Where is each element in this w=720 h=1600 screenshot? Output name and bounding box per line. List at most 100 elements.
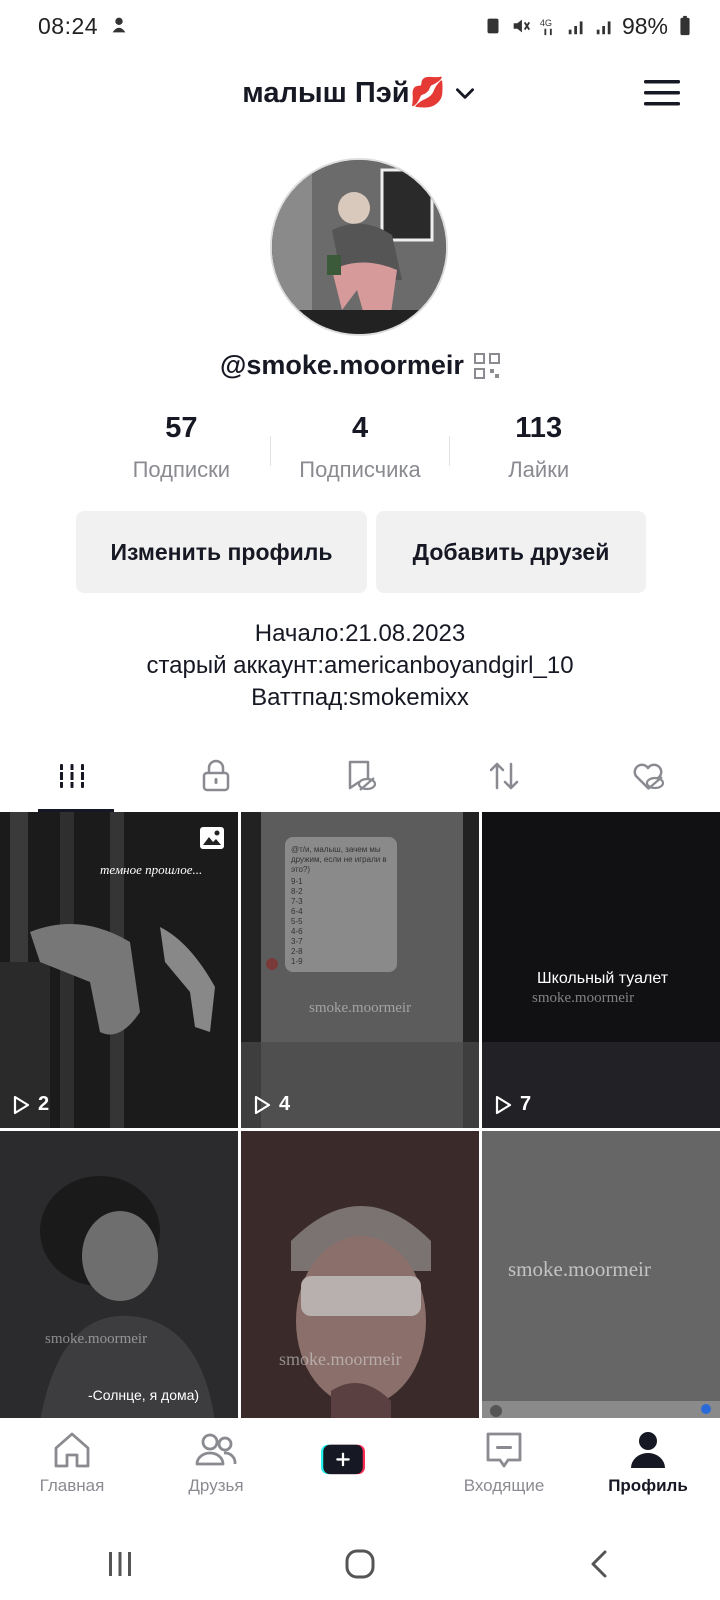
svg-text:4-6: 4-6 [291, 927, 303, 936]
nav-profile-label: Профиль [608, 1476, 688, 1495]
svg-text:4G: 4G [540, 18, 552, 28]
video-thumbnail-image [0, 812, 238, 1128]
video-watermark: smoke.moormeir [309, 1000, 412, 1016]
bottom-navigation: Главная Друзья Входящие Профиль [0, 1418, 720, 1528]
username-row: @smoke.moormeir [0, 350, 720, 381]
svg-text:9-1: 9-1 [291, 877, 303, 886]
video-thumbnail-image: @т/и, малыш, зачем мы дружим, если не иг… [241, 812, 479, 1128]
svg-text:8-2: 8-2 [291, 887, 303, 896]
videos-grid-icon [57, 764, 87, 788]
svg-text:7-3: 7-3 [291, 897, 303, 906]
video-thumbnail-image [241, 1131, 479, 1420]
video-thumbnail[interactable]: @т/и, малыш, зачем мы дружим, если не иг… [241, 812, 479, 1128]
play-icon [254, 1095, 271, 1114]
username: @smoke.moormeir [220, 350, 464, 380]
bookmark-hidden-icon [348, 760, 377, 791]
likes-label: Лайки [508, 457, 570, 482]
status-icons: 4G 98% [482, 13, 696, 39]
profile-actions: Изменить профиль Добавить друзей [76, 511, 646, 593]
plus-icon [321, 1444, 365, 1475]
followers-label: Подписчика [299, 457, 421, 482]
tab-saved[interactable] [310, 740, 410, 812]
view-count-value: 2 [38, 1093, 50, 1115]
likes-count: 113 [515, 412, 563, 444]
edit-profile-button[interactable]: Изменить профиль [76, 511, 367, 593]
video-thumbnail[interactable]: темное прошлое... 2 [0, 812, 238, 1128]
video-watermark: smoke.moormeir [532, 990, 635, 1006]
svg-text:1-9: 1-9 [291, 957, 303, 966]
profile-display-name: малыш Пэй💋 [242, 77, 446, 109]
stat-followers[interactable]: 4 Подписчика [271, 412, 450, 492]
lock-icon [202, 759, 230, 792]
view-count-value: 4 [279, 1093, 291, 1115]
bio-line: Начало:21.08.2023 [254, 620, 466, 647]
svg-text:6-4: 6-4 [291, 907, 303, 916]
video-thumbnail[interactable]: smoke.moormeir [241, 1131, 479, 1420]
svg-text:дружим, если не играли в: дружим, если не играли в [291, 855, 387, 864]
svg-text:@т/и, малыш, зачем мы: @т/и, малыш, зачем мы [291, 845, 381, 854]
recycle-icon [487, 18, 499, 34]
play-icon [13, 1095, 30, 1114]
bio-line: старый аккаунт:americanboyandgirl_10 [146, 652, 574, 679]
video-thumbnail[interactable]: smoke.moormeir -Солнце, я дома) [0, 1131, 238, 1420]
avatar[interactable] [270, 158, 448, 336]
video-grid: темное прошлое... 2 @т/и, малыш, зачем м… [0, 812, 720, 1420]
create-button[interactable] [321, 1438, 399, 1492]
video-thumbnail-image [0, 1131, 238, 1420]
hamburger-menu-icon[interactable] [644, 78, 680, 108]
add-friends-button[interactable]: Добавить друзей [376, 511, 646, 593]
svg-text:2-8: 2-8 [291, 947, 303, 956]
svg-text:это?): это?) [291, 865, 310, 874]
followers-count: 4 [351, 412, 369, 444]
home-button-icon[interactable] [343, 1547, 377, 1581]
qr-code-icon[interactable] [473, 352, 500, 379]
nav-create[interactable] [300, 1418, 420, 1528]
nav-inbox[interactable]: Входящие [444, 1418, 564, 1528]
4g-icon: 4G [540, 18, 552, 36]
signal-icon-2 [596, 21, 611, 35]
nav-inbox-label: Входящие [463, 1476, 545, 1495]
video-watermark: smoke.moormeir [279, 1349, 402, 1369]
tab-liked[interactable] [598, 740, 698, 812]
svg-text:3-7: 3-7 [291, 937, 303, 946]
mute-icon [513, 19, 530, 33]
stat-likes[interactable]: 113 Лайки [449, 412, 628, 492]
friends-icon [195, 1433, 237, 1466]
repost-icon [489, 762, 519, 790]
video-thumbnail[interactable]: smoke.moormeir [482, 1131, 720, 1420]
nav-friends[interactable]: Друзья [156, 1418, 276, 1528]
view-count-value: 7 [520, 1093, 532, 1115]
profile-icon [631, 1432, 665, 1468]
view-count: 7 [492, 1093, 531, 1116]
battery-icon [680, 15, 690, 36]
video-watermark: smoke.moormeir [508, 1257, 651, 1281]
profile-header: малыш Пэй💋 [0, 70, 720, 120]
signal-icon [568, 21, 583, 35]
status-bar: 08:24 4G 98% [0, 0, 720, 52]
following-count: 57 [165, 412, 198, 444]
status-time: 08:24 [38, 13, 99, 39]
home-icon [54, 1432, 90, 1468]
nav-home-label: Главная [39, 1476, 105, 1495]
bio: Начало:21.08.2023 старый аккаунт:america… [0, 618, 720, 714]
video-caption: -Солнце, я дома) [88, 1387, 200, 1403]
tab-reposts[interactable] [454, 740, 554, 812]
following-label: Подписки [132, 457, 231, 482]
video-thumbnail[interactable]: Школьный туалет smoke.moormeir 7 [482, 812, 720, 1128]
nav-friends-label: Друзья [188, 1476, 244, 1495]
video-title: Школьный туалет [537, 970, 669, 987]
svg-text:5-5: 5-5 [291, 917, 303, 926]
bio-line: Ваттпад:smokemixx [251, 684, 469, 711]
tab-private[interactable] [166, 740, 266, 812]
nav-profile[interactable]: Профиль [588, 1418, 708, 1528]
video-watermark: smoke.moormeir [45, 1331, 148, 1347]
system-navigation [0, 1528, 720, 1600]
view-count: 4 [251, 1093, 290, 1116]
recent-apps-icon[interactable] [103, 1547, 137, 1581]
stat-following[interactable]: 57 Подписки [92, 412, 271, 492]
account-switcher[interactable]: малыш Пэй💋 [0, 76, 720, 110]
nav-home[interactable]: Главная [12, 1418, 132, 1528]
play-icon [495, 1095, 512, 1114]
tab-videos[interactable] [22, 740, 122, 812]
back-icon[interactable] [583, 1547, 617, 1581]
